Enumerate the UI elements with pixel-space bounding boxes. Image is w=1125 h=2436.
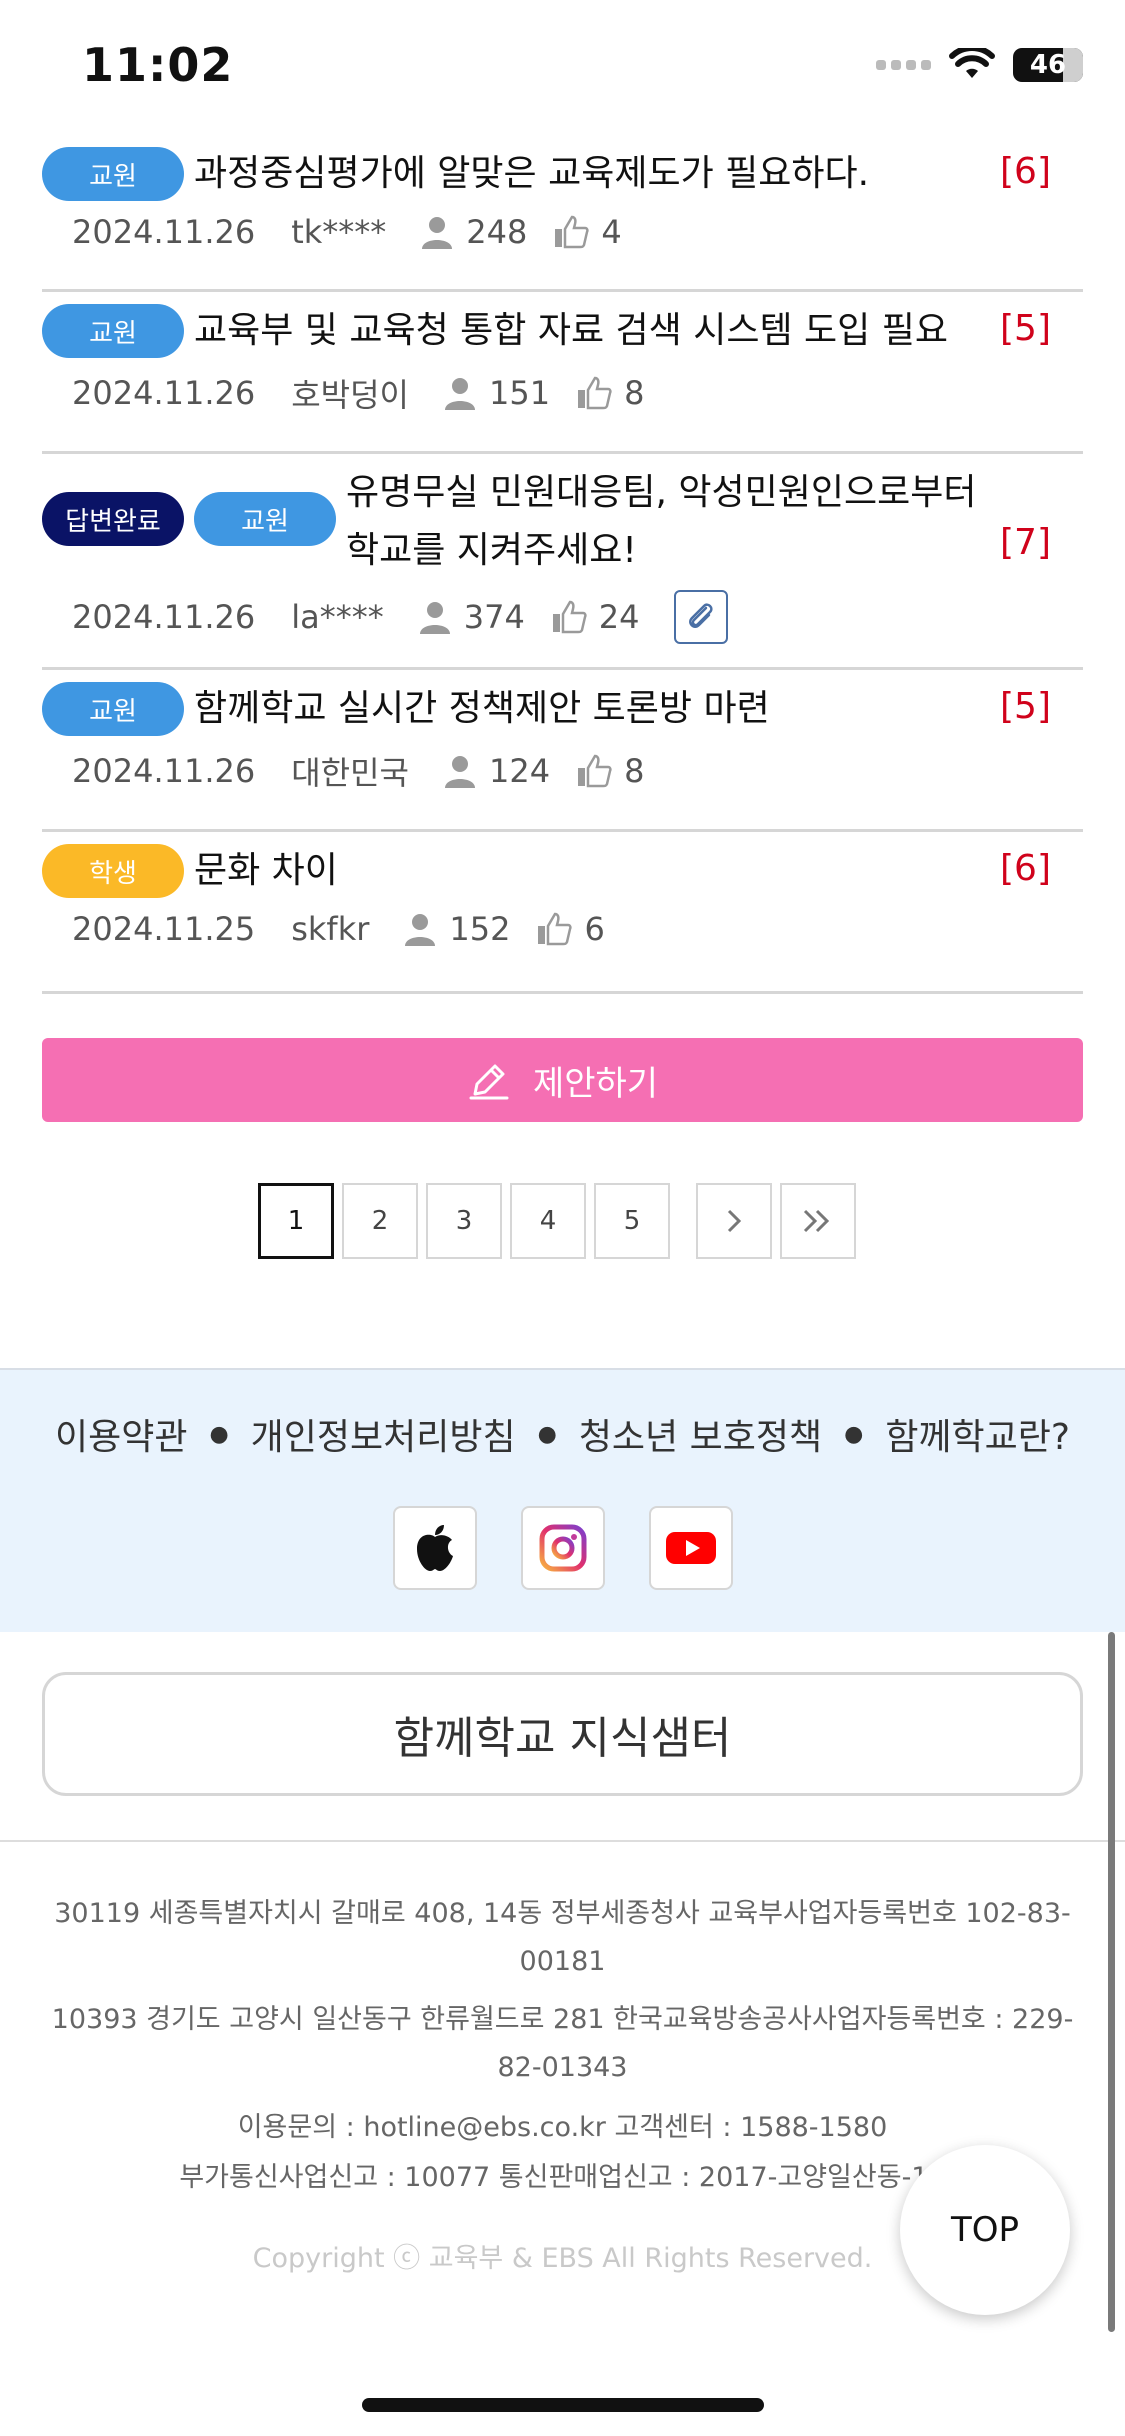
answered-badge: 답변완료 (42, 492, 184, 546)
address-line-1: 30119 세종특별자치시 갈매로 408, 14동 정부세종청사 교육부사업자… (54, 1898, 1071, 1977)
post-title[interactable]: 과정중심평가에 알맞은 교육제도가 필요하다. (194, 145, 1083, 203)
last-page-button[interactable] (780, 1183, 856, 1259)
comment-count: [6] (1000, 848, 1051, 889)
page-4-button[interactable]: 4 (510, 1183, 586, 1259)
user-icon (444, 756, 475, 788)
comment-count: [6] (1000, 151, 1051, 192)
link-separator: ● (209, 1421, 229, 1447)
scrollbar[interactable] (1108, 1632, 1115, 2332)
view-count: 152 (449, 910, 511, 948)
post-row[interactable]: 교원 교육부 및 교육청 통합 자료 검색 시스템 도입 필요 [5] 2024… (42, 292, 1083, 454)
youtube-icon (665, 1532, 716, 1564)
comment-count: [7] (1000, 522, 1051, 563)
post-title[interactable]: 유명무실 민원대응팀, 악성민원인으로부터 학교를 지켜주세요! (346, 464, 1083, 580)
post-date: 2024.11.25 (72, 910, 256, 948)
view-count: 124 (488, 752, 551, 790)
post-author: 호박덩이 (291, 376, 409, 414)
thumbs-up-icon (578, 754, 612, 788)
post-row[interactable]: 교원 과정중심평가에 알맞은 교육제도가 필요하다. [6] 2024.11.2… (42, 135, 1083, 292)
category-badge: 교원 (42, 682, 184, 736)
post-row[interactable]: 교원 함께학교 실시간 정책제안 토론방 마련 [5] 2024.11.26 대… (42, 670, 1083, 832)
status-time: 11:02 (82, 38, 234, 92)
wifi-icon (949, 48, 995, 78)
post-date: 2024.11.26 (72, 374, 256, 412)
post-author: tk**** (291, 213, 387, 251)
category-badge: 교원 (194, 492, 336, 546)
post-date: 2024.11.26 (72, 752, 256, 790)
post-author: la**** (291, 598, 384, 636)
footer-links-section: 이용약관 ● 개인정보처리방침 ● 청소년 보호정책 ● 함께학교란? (0, 1368, 1125, 1632)
post-author: 대한민국 (291, 754, 409, 792)
battery-icon: 46 (1013, 48, 1083, 82)
scroll-top-button[interactable]: TOP (900, 2145, 1070, 2315)
knowledge-center-button[interactable]: 함께학교 지식샘터 (42, 1672, 1083, 1796)
page-1-button[interactable]: 1 (258, 1183, 334, 1259)
post-row[interactable]: 학생 문화 차이 [6] 2024.11.25 skfkr 152 6 (42, 832, 1083, 994)
status-icons: 46 (876, 48, 1083, 82)
instagram-app-button[interactable] (520, 1506, 605, 1590)
pencil-icon (469, 1064, 509, 1100)
status-bar: 11:02 46 (0, 0, 1125, 135)
about-link[interactable]: 함께학교란? (885, 1408, 1070, 1460)
propose-button[interactable]: 제안하기 (42, 1038, 1083, 1122)
view-count: 374 (463, 598, 525, 636)
pagination: 1 2 3 4 5 (258, 1183, 864, 1259)
post-title[interactable]: 교육부 및 교육청 통합 자료 검색 시스템 도입 필요 (194, 302, 1083, 360)
attachment-icon (673, 590, 728, 644)
thumbs-up-icon (538, 912, 573, 946)
post-row[interactable]: 답변완료 교원 유명무실 민원대응팀, 악성민원인으로부터 학교를 지켜주세요!… (42, 454, 1083, 670)
page-3-button[interactable]: 3 (426, 1183, 502, 1259)
like-count: 8 (624, 752, 645, 790)
post-title[interactable]: 함께학교 실시간 정책제안 토론방 마련 (194, 680, 1083, 738)
double-chevron-right-icon (803, 1209, 830, 1233)
page-5-button[interactable]: 5 (594, 1183, 670, 1259)
view-count: 248 (466, 213, 528, 251)
apple-icon (416, 1525, 453, 1571)
thumbs-up-icon (552, 600, 587, 634)
post-date: 2024.11.26 (72, 598, 256, 636)
page-2-button[interactable]: 2 (342, 1183, 418, 1259)
thumbs-up-icon (578, 376, 612, 410)
chevron-right-icon (727, 1209, 742, 1233)
privacy-link[interactable]: 개인정보처리방침 (251, 1408, 516, 1460)
user-icon (405, 914, 436, 946)
category-badge: 학생 (42, 844, 184, 898)
like-count: 8 (624, 374, 645, 412)
post-date: 2024.11.26 (72, 213, 256, 251)
like-count: 6 (584, 910, 605, 948)
link-separator: ● (537, 1421, 557, 1447)
comment-count: [5] (1000, 686, 1051, 727)
address-line-2: 10393 경기도 고양시 일산동구 한류월드로 281 한국교육방송공사사업자… (51, 2004, 1074, 2083)
link-separator: ● (844, 1421, 864, 1447)
comment-count: [5] (1000, 308, 1051, 349)
cellular-signal-icon (876, 60, 931, 70)
category-badge: 교원 (42, 304, 184, 358)
apple-app-button[interactable] (392, 1506, 477, 1590)
home-indicator[interactable] (362, 2398, 764, 2412)
post-author: skfkr (291, 910, 370, 948)
youtube-app-button[interactable] (648, 1506, 733, 1590)
propose-label: 제안하기 (532, 1063, 659, 1104)
youth-policy-link[interactable]: 청소년 보호정책 (579, 1408, 822, 1460)
like-count: 24 (598, 598, 640, 636)
battery-level: 46 (1029, 50, 1067, 80)
user-icon (422, 217, 453, 249)
user-icon (444, 378, 475, 410)
contact-info: 이용문의 : hotline@ebs.co.kr 고객센터 : 1588-158… (237, 2112, 888, 2143)
thumbs-up-icon (555, 215, 590, 249)
footer-link-list: 이용약관 ● 개인정보처리방침 ● 청소년 보호정책 ● 함께학교란? (0, 1408, 1125, 1460)
footer-divider (0, 1840, 1125, 1842)
user-icon (419, 602, 450, 634)
next-page-button[interactable] (696, 1183, 772, 1259)
instagram-icon (539, 1524, 586, 1572)
post-title[interactable]: 문화 차이 (194, 842, 1083, 900)
post-list: 교원 과정중심평가에 알맞은 교육제도가 필요하다. [6] 2024.11.2… (42, 135, 1083, 994)
terms-link[interactable]: 이용약관 (55, 1408, 187, 1460)
view-count: 151 (488, 374, 551, 412)
category-badge: 교원 (42, 147, 184, 201)
like-count: 4 (601, 213, 622, 251)
app-links (0, 1506, 1125, 1590)
